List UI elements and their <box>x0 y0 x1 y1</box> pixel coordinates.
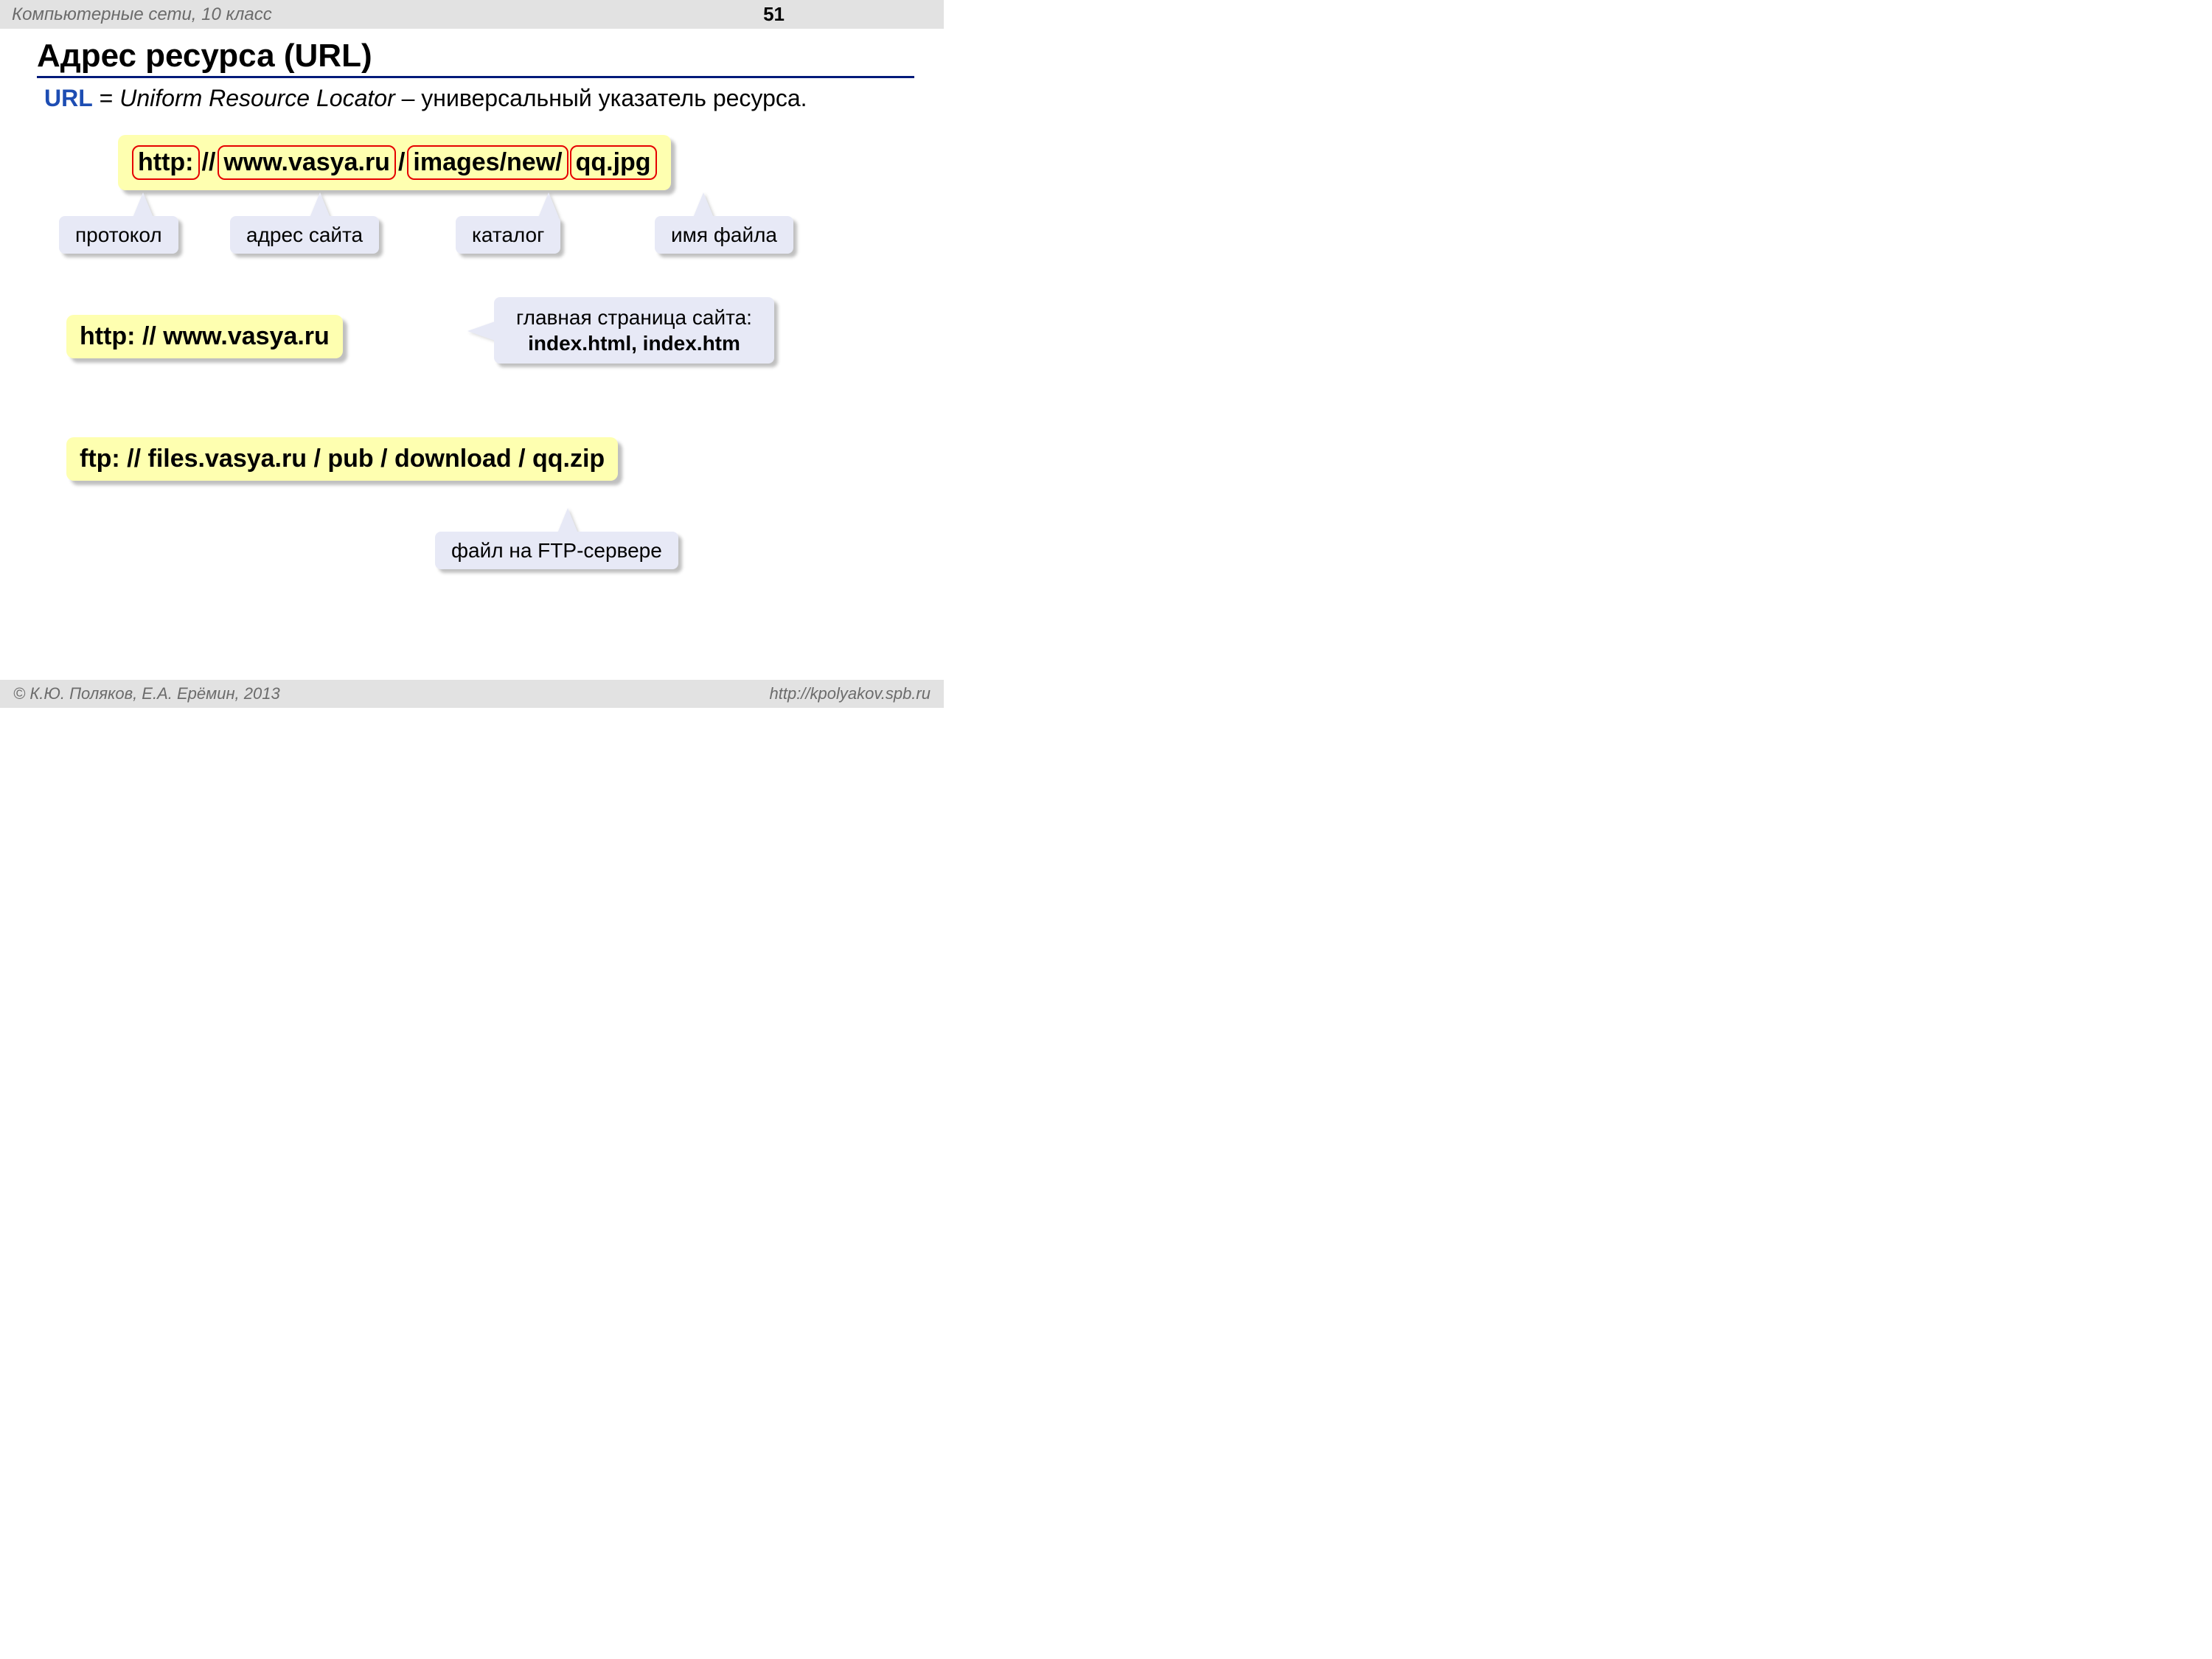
label-protocol: протокол <box>59 216 178 254</box>
example-ftp-box: ftp: // files.vasya.ru / pub / download … <box>66 437 618 481</box>
pointer-icon <box>538 192 559 218</box>
label-filename: имя файла <box>655 216 793 254</box>
url-seg-file: qq.jpg <box>570 145 657 180</box>
header-bar: Компьютерные сети, 10 класс 51 <box>0 0 944 29</box>
url-seg-host: www.vasya.ru <box>218 145 396 180</box>
diagram-stage: http://www.vasya.ru/images/new/qq.jpg пр… <box>37 129 914 667</box>
url-seg-path: images/new/ <box>407 145 568 180</box>
index-note-line2: index.html, index.htm <box>528 332 740 355</box>
index-note-line1: главная страница сайта: <box>516 306 752 329</box>
footer-bar: © К.Ю. Поляков, Е.А. Ерёмин, 2013 http:/… <box>0 680 944 708</box>
pointer-icon <box>557 508 578 533</box>
url-seg-protocol: http: <box>132 145 200 180</box>
slide-title: Адрес ресурса (URL) <box>37 38 914 78</box>
url-abbr: URL <box>44 85 93 111</box>
url-expansion: Uniform Resource Locator <box>119 85 394 111</box>
example-http-box: http: // www.vasya.ru <box>66 315 343 358</box>
url-seg-slashes: // <box>202 148 216 176</box>
definition-text: URL = Uniform Resource Locator – универс… <box>44 83 818 114</box>
label-site: адрес сайта <box>230 216 379 254</box>
footer-copyright: © К.Ю. Поляков, Е.А. Ерёмин, 2013 <box>13 684 280 703</box>
pointer-icon <box>310 192 330 218</box>
course-label: Компьютерные сети, 10 класс <box>12 4 272 25</box>
index-note-box: главная страница сайта: index.html, inde… <box>494 297 774 364</box>
label-catalog: каталог <box>456 216 560 254</box>
def-eq: = <box>93 85 119 111</box>
pointer-icon <box>133 192 153 218</box>
pointer-icon <box>467 321 497 341</box>
pointer-icon <box>693 192 714 218</box>
page-number: 51 <box>763 3 932 26</box>
def-tail: – универсальный указатель ресурса. <box>395 85 807 111</box>
footer-url: http://kpolyakov.spb.ru <box>770 684 931 703</box>
url-breakdown-box: http://www.vasya.ru/images/new/qq.jpg <box>118 135 671 190</box>
ftp-note-box: файл на FTP-сервере <box>435 532 678 569</box>
url-seg-slash: / <box>398 148 405 176</box>
